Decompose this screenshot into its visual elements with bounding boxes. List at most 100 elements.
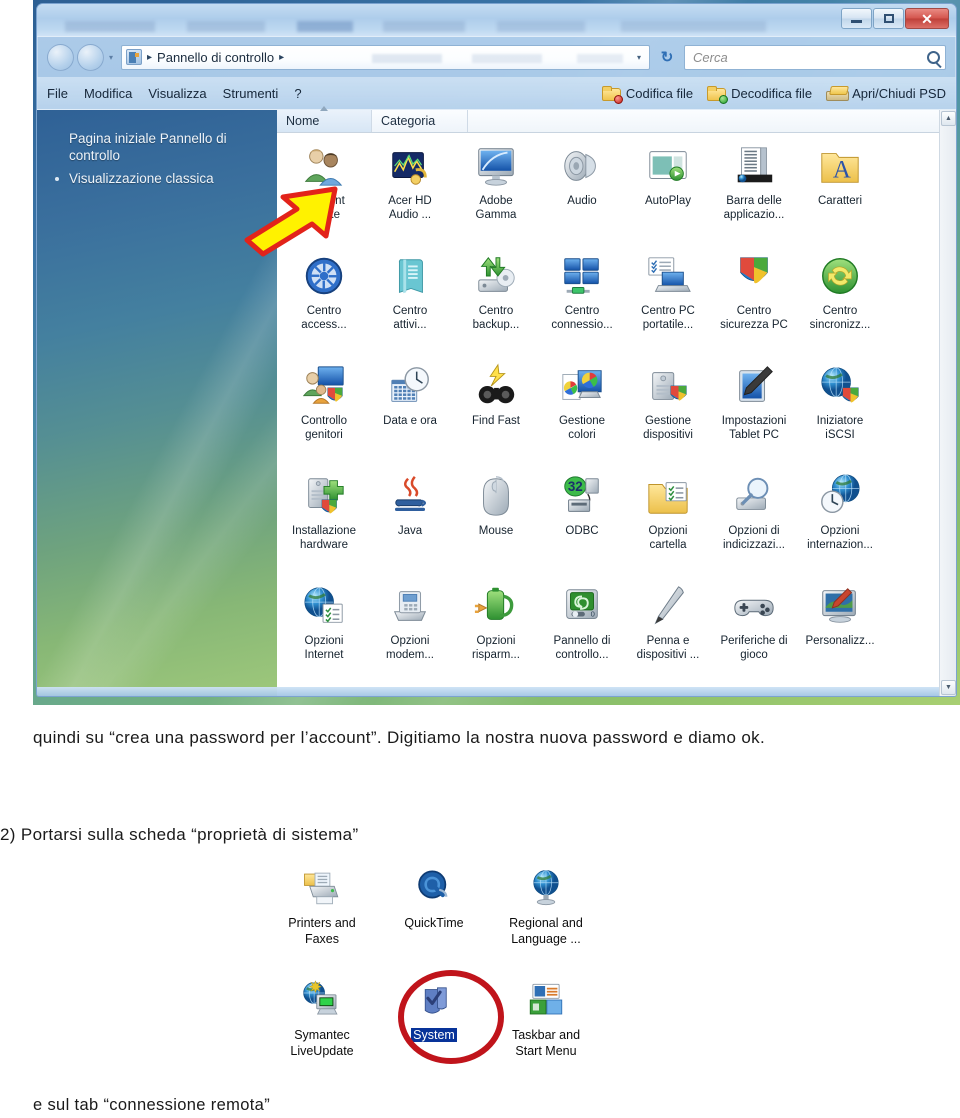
toolbar-button-decodifica-file[interactable]: Decodifica file — [707, 85, 812, 104]
sidebar-item-control-panel-home[interactable]: Pagina iniziale Pannello di controllo — [69, 130, 263, 164]
classic-icon-item[interactable]: Symantec LiveUpdate — [266, 973, 378, 1085]
control-panel-item-label: Opzioni di indicizzazi... — [723, 525, 785, 551]
menu-item-file[interactable]: File — [47, 86, 68, 101]
classic-icon-item[interactable]: Printers and Faxes — [266, 861, 378, 973]
scroll-down-button[interactable]: ▼ — [941, 680, 956, 695]
classic-icon-grid: Printers and Faxes QuickTime Regional an… — [258, 855, 628, 1085]
navigation-pane: Pagina iniziale Pannello di controllo Vi… — [37, 110, 277, 696]
control-panel-item-label: ODBC — [565, 525, 599, 537]
maximize-icon — [883, 14, 894, 23]
toolbar-button-codifica-file[interactable]: Codifica file — [601, 85, 693, 104]
classic-icon-item[interactable]: QuickTime — [378, 861, 490, 973]
sync-center-icon — [817, 253, 863, 299]
column-header-nome[interactable]: Nome — [277, 106, 372, 132]
odbc-icon: 32 — [559, 473, 605, 519]
control-panel-item[interactable]: Centro sincronizz... — [797, 249, 883, 359]
breadcrumb-separator-2-icon[interactable]: ▸ — [279, 52, 284, 63]
address-bar[interactable]: ▸ Pannello di controllo ▸ ▾ — [121, 44, 650, 70]
control-panel-item-label: Installazione hardware — [292, 525, 356, 551]
control-panel-item[interactable]: Opzioni cartella — [625, 469, 711, 579]
control-panel-item[interactable]: Centro connessio... — [539, 249, 625, 359]
vertical-scrollbar[interactable]: ▲ ▼ — [939, 110, 956, 696]
control-panel-item[interactable]: Centro backup... — [453, 249, 539, 359]
breadcrumb-root[interactable]: Pannello di controllo — [157, 50, 274, 65]
control-panel-item[interactable]: Opzioni modem... — [367, 579, 453, 689]
control-panel-item[interactable]: Centro attivi... — [367, 249, 453, 359]
forward-button[interactable] — [77, 43, 104, 71]
control-panel-item[interactable]: Account utente — [281, 139, 367, 249]
control-panel-item-label: Penna e dispositivi ... — [636, 635, 700, 661]
refresh-button[interactable]: ↻ — [656, 46, 678, 68]
maximize-button[interactable] — [873, 8, 904, 29]
symantec-liveupdate-icon — [301, 979, 343, 1021]
control-panel-item[interactable]: Gestione dispositivi — [625, 359, 711, 469]
search-input[interactable]: Cerca — [684, 44, 946, 70]
control-panel-item[interactable]: Adobe Gamma — [453, 139, 539, 249]
psd-file-icon — [826, 86, 850, 101]
control-panel-item[interactable]: Gestione colori — [539, 359, 625, 469]
svg-text:A: A — [833, 157, 851, 184]
classic-icon-item[interactable]: System — [378, 973, 490, 1085]
control-panel-item[interactable]: Iniziatore iSCSI — [797, 359, 883, 469]
sidebar-item-classic-view[interactable]: Visualizzazione classica — [55, 170, 263, 187]
svg-text:0: 0 — [591, 610, 595, 619]
control-panel-item[interactable]: Impostazioni Tablet PC — [711, 359, 797, 469]
control-panel-item[interactable]: Penna e dispositivi ... — [625, 579, 711, 689]
control-panel-item[interactable]: Barra delle applicazio... — [711, 139, 797, 249]
date-time-icon — [387, 363, 433, 409]
title-bar-blurred-text — [65, 21, 766, 32]
menu-item-strumenti[interactable]: Strumenti — [223, 86, 279, 101]
control-panel-icon — [126, 49, 143, 65]
address-dropdown-icon[interactable]: ▾ — [637, 53, 641, 62]
window-controls: ✕ — [841, 8, 949, 29]
classic-icon-item[interactable]: Regional and Language ... — [490, 861, 602, 973]
control-panel-item[interactable]: Mouse — [453, 469, 539, 579]
column-header-nome-label: Nome — [286, 114, 320, 128]
control-panel-item[interactable]: Personalizz... — [797, 579, 883, 689]
control-panel-item[interactable]: 0 Pannello di controllo... — [539, 579, 625, 689]
column-header-categoria[interactable]: Categoria — [372, 110, 468, 132]
control-panel-item[interactable]: Centro sicurezza PC — [711, 249, 797, 359]
control-panel-item[interactable]: Java — [367, 469, 453, 579]
classic-icon-item[interactable]: Taskbar and Start Menu — [490, 973, 602, 1085]
menu-item-visualizza[interactable]: Visualizza — [148, 86, 206, 101]
control-panel-item[interactable]: 32 ODBC — [539, 469, 625, 579]
scroll-up-button[interactable]: ▲ — [941, 111, 956, 126]
paragraph-3: e sul tab “connessione remota” — [33, 1096, 271, 1114]
control-panel-item[interactable]: Opzioni risparm... — [453, 579, 539, 689]
menu-item-help[interactable]: ? — [294, 86, 301, 101]
toolbar-button-apri-chiudi-psd[interactable]: Apri/Chiudi PSD — [826, 86, 946, 101]
menu-item-modifica[interactable]: Modifica — [84, 86, 132, 101]
control-panel-item-label: Opzioni modem... — [386, 635, 434, 661]
control-panel-item[interactable]: Audio — [539, 139, 625, 249]
control-panel-item[interactable]: Centro PC portatile... — [625, 249, 711, 359]
control-panel-item[interactable]: AutoPlay — [625, 139, 711, 249]
game-controllers-icon — [731, 583, 777, 629]
control-panel-item[interactable]: Periferiche di gioco — [711, 579, 797, 689]
control-panel-item[interactable]: Centro access... — [281, 249, 367, 359]
control-panel-item-label: Gestione colori — [558, 415, 606, 441]
speaker-icon — [559, 143, 605, 189]
back-button[interactable] — [47, 43, 74, 71]
control-panel-item[interactable]: Installazione hardware — [281, 469, 367, 579]
control-panel-item[interactable]: Opzioni internazion... — [797, 469, 883, 579]
control-panel-item[interactable]: Opzioni di indicizzazi... — [711, 469, 797, 579]
control-panel-item[interactable]: Data e ora — [367, 359, 453, 469]
control-panel-item-label: Periferiche di gioco — [720, 635, 788, 661]
close-button[interactable]: ✕ — [905, 8, 949, 29]
paragraph-1: quindi su “crea una password per l’accou… — [33, 728, 766, 747]
close-icon: ✕ — [921, 10, 933, 27]
taskbar-and-start-menu-icon — [525, 979, 567, 1021]
control-panel-item[interactable]: Opzioni Internet — [281, 579, 367, 689]
color-management-icon — [559, 363, 605, 409]
control-panel-item[interactable]: Controllo genitori — [281, 359, 367, 469]
control-panel-item-label: Centro connessio... — [551, 305, 613, 331]
recent-pages-dropdown-icon[interactable]: ▾ — [109, 53, 113, 62]
control-panel-item[interactable]: Acer HD Audio ... — [367, 139, 453, 249]
modem-options-icon — [387, 583, 433, 629]
toolbar-right-group: Codifica file Decodifica file Apri/Chiud… — [601, 85, 946, 104]
minimize-button[interactable] — [841, 8, 872, 29]
control-panel-item[interactable]: A Caratteri — [797, 139, 883, 249]
regional-and-language-icon — [525, 867, 567, 909]
control-panel-item[interactable]: Find Fast — [453, 359, 539, 469]
